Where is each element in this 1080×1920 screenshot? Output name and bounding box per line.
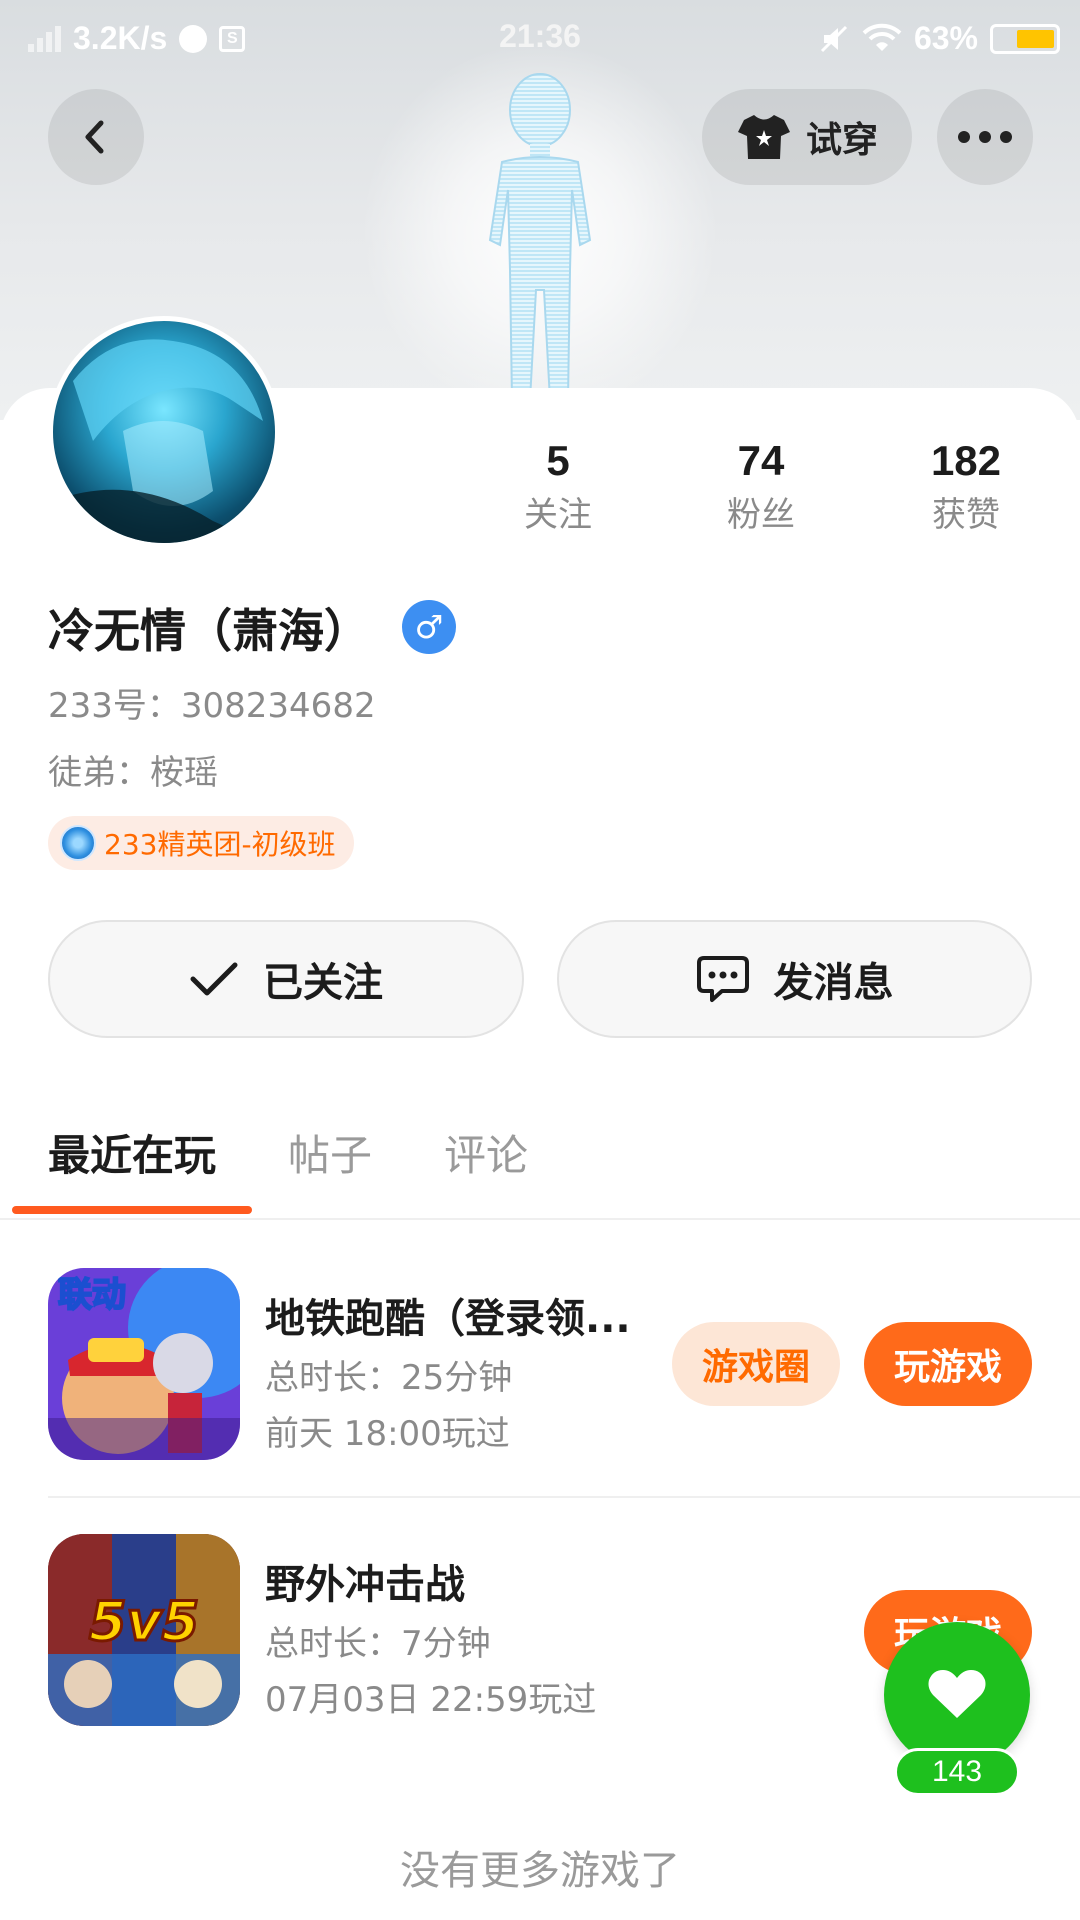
message-label: 发消息 — [773, 960, 894, 1006]
membership-badge-label: 233精英团-初级班 — [104, 828, 336, 861]
following-label: 已关注 — [263, 960, 383, 1006]
game-circle-button[interactable]: 游戏圈 — [672, 1322, 840, 1406]
tab-divider — [0, 1218, 1080, 1220]
game-duration: 总时长：7分钟 — [265, 1624, 491, 1664]
stat-following-label: 关注 — [524, 495, 592, 535]
game-last-played: 前天 18:00玩过 — [265, 1414, 510, 1454]
game-title: 野外冲击战 — [265, 1562, 465, 1608]
game-icon-5v5: 5v5 — [48, 1534, 240, 1726]
apprentice-info: 徒弟：桉瑶 — [48, 753, 218, 793]
row-divider — [48, 1496, 1080, 1498]
username: 冷无情（萧海） — [48, 604, 370, 658]
medal-icon — [60, 825, 96, 861]
gender-male-icon: ♂ — [402, 600, 456, 654]
game-title: 地铁跑酷（登录领... — [265, 1296, 631, 1342]
heart-icon — [928, 1670, 986, 1718]
like-button[interactable] — [884, 1622, 1030, 1768]
avatar-illustration — [53, 339, 263, 543]
stat-following[interactable]: 5 关注 — [483, 432, 633, 540]
no-more-games-text: 没有更多游戏了 — [400, 1848, 680, 1894]
membership-badge[interactable]: 233精英团-初级班 — [48, 816, 354, 870]
back-button[interactable] — [48, 89, 144, 185]
game-icon-text: 联动 — [58, 1275, 126, 1315]
game-icon-text: 5v5 — [89, 1590, 199, 1653]
tab-recent-games[interactable]: 最近在玩 — [48, 1122, 216, 1183]
chat-bubble-icon — [696, 956, 749, 1002]
game-last-played: 07月03日 22:59玩过 — [265, 1680, 597, 1720]
like-count: 143 — [894, 1748, 1020, 1796]
mute-icon — [820, 25, 848, 52]
wifi-icon — [862, 23, 902, 51]
5v5-artwork: 5v5 — [48, 1534, 240, 1726]
avatar[interactable] — [48, 316, 280, 548]
try-on-button[interactable]: 试穿 — [702, 89, 912, 185]
battery-icon — [990, 23, 1060, 54]
more-button[interactable] — [937, 89, 1033, 185]
play-game-button[interactable]: 玩游戏 — [864, 1322, 1032, 1406]
stat-followers[interactable]: 74 粉丝 — [686, 432, 836, 540]
user-id: 233号：308234682 — [48, 686, 376, 726]
message-button[interactable]: 发消息 — [557, 920, 1032, 1038]
stat-likes-value: 182 — [930, 437, 1002, 484]
battery-percent: 63% — [913, 20, 978, 56]
more-dots-icon — [958, 131, 1012, 143]
avatar-figure-hologram — [488, 73, 592, 400]
chevron-left-icon — [85, 120, 104, 154]
status-bar: 3.2K/s S 21:36 63% — [0, 0, 1080, 75]
try-on-label: 试穿 — [805, 120, 878, 161]
tab-active-indicator — [12, 1206, 252, 1214]
check-icon — [190, 962, 238, 996]
stat-followers-label: 粉丝 — [727, 495, 795, 535]
list-item[interactable]: 联动 地铁跑酷（登录领... 总时长：25分钟 前天 18:00玩过 游戏圈 玩… — [0, 1268, 1080, 1498]
stat-following-value: 5 — [546, 437, 570, 484]
stat-likes-label: 获赞 — [932, 495, 1000, 535]
stat-followers-value: 74 — [737, 437, 785, 484]
following-button[interactable]: 已关注 — [48, 920, 524, 1038]
stat-likes[interactable]: 182 获赞 — [891, 432, 1041, 540]
game-icon-subway: 联动 — [48, 1268, 240, 1460]
tshirt-icon — [737, 115, 790, 159]
game-duration: 总时长：25分钟 — [265, 1358, 513, 1398]
tab-posts[interactable]: 帖子 — [288, 1122, 372, 1183]
tab-comments[interactable]: 评论 — [444, 1122, 528, 1183]
subway-surfers-artwork: 联动 — [48, 1268, 240, 1460]
